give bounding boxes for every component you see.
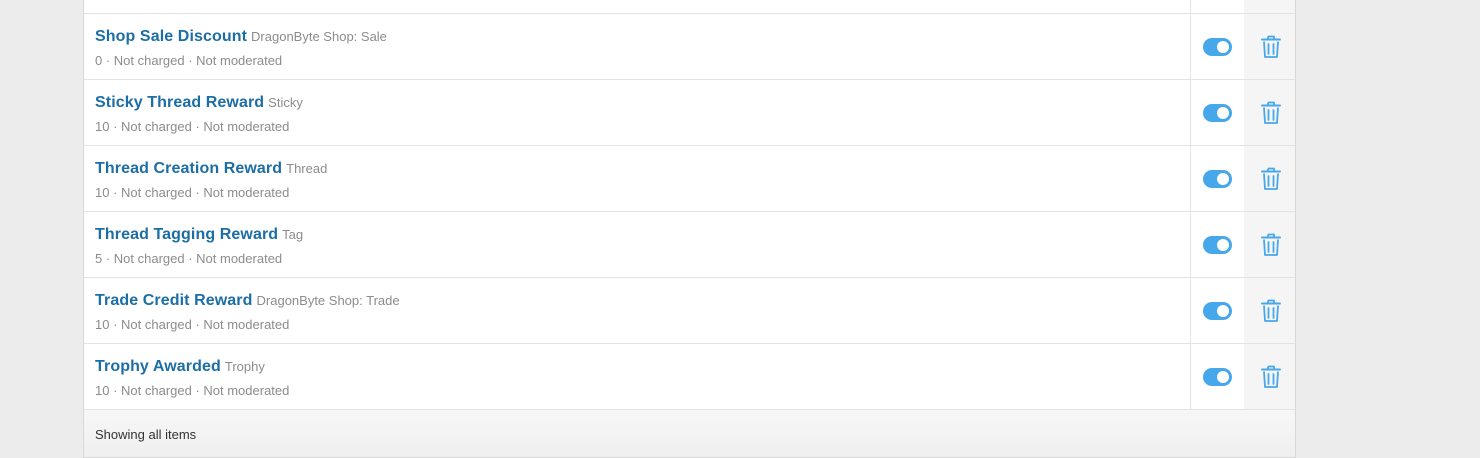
item-title-link[interactable]: Shop Sale Discount — [95, 28, 247, 45]
item-meta: 10 · Not charged · Not moderated — [95, 317, 290, 332]
toggle-switch-icon[interactable] — [1203, 104, 1232, 122]
toggle-switch-icon[interactable] — [1203, 302, 1232, 320]
item-title-line: Trophy Awarded Trophy — [95, 358, 265, 376]
table-row: Shop Sale Discount DragonByte Shop: Sale … — [84, 14, 1295, 80]
item-title-line: Trade Credit Reward DragonByte Shop: Trad… — [95, 292, 400, 310]
row-delete-cell[interactable] — [1244, 344, 1295, 409]
table-row: Thread Tagging Reward Tag 5 · Not charged… — [84, 212, 1295, 278]
row-delete-cell[interactable] — [1244, 278, 1295, 343]
toggle-switch-icon[interactable] — [1203, 170, 1232, 188]
item-title-link[interactable]: Trade Credit Reward — [95, 292, 253, 309]
item-type-label: Trophy — [224, 359, 265, 374]
row-toggle-cell — [1191, 278, 1244, 343]
row-toggle-cell — [1191, 344, 1244, 409]
row-delete-cell — [1244, 0, 1295, 13]
row-delete-cell[interactable] — [1244, 14, 1295, 79]
toggle-knob — [1217, 239, 1229, 251]
toggle-switch-icon[interactable] — [1203, 38, 1232, 56]
footer-status-text: Showing all items — [95, 427, 197, 442]
row-delete-cell[interactable] — [1244, 212, 1295, 277]
row-toggle-cell — [1191, 80, 1244, 145]
row-main-cell: Trophy Awarded Trophy 10 · Not charged · … — [84, 344, 1191, 409]
toggle-switch-icon[interactable] — [1203, 236, 1232, 254]
item-meta: 10 · Not charged · Not moderated — [95, 185, 290, 200]
row-main-cell: Thread Creation Reward Thread 10 · Not ch… — [84, 146, 1191, 211]
item-title-link[interactable]: Thread Creation Reward — [95, 160, 282, 177]
item-type-label: Sticky — [268, 95, 303, 110]
list-footer: Showing all items — [84, 409, 1295, 457]
trash-icon[interactable] — [1261, 365, 1281, 389]
trash-icon[interactable] — [1261, 233, 1281, 257]
toggle-knob — [1217, 107, 1229, 119]
trash-icon[interactable] — [1261, 35, 1281, 59]
item-title-link[interactable]: Trophy Awarded — [95, 358, 221, 375]
trash-icon[interactable] — [1261, 101, 1281, 125]
toggle-knob — [1217, 41, 1229, 53]
row-toggle-cell — [1191, 14, 1244, 79]
item-type-label: Tag — [282, 227, 304, 242]
item-title-line: Thread Creation Reward Thread — [95, 160, 327, 178]
item-meta: 5 · Not charged · Not moderated — [95, 251, 283, 266]
items-list: Shop Sale Discount DragonByte Shop: Sale … — [84, 14, 1295, 410]
table-row: Trophy Awarded Trophy 10 · Not charged · … — [84, 344, 1295, 410]
row-main-cell — [84, 0, 1191, 13]
table-row-partial — [84, 0, 1295, 14]
item-title-link[interactable]: Thread Tagging Reward — [95, 226, 278, 243]
row-main-cell: Shop Sale Discount DragonByte Shop: Sale … — [84, 14, 1191, 79]
trash-icon[interactable] — [1261, 167, 1281, 191]
table-row: Trade Credit Reward DragonByte Shop: Trad… — [84, 278, 1295, 344]
row-delete-cell[interactable] — [1244, 146, 1295, 211]
row-delete-cell[interactable] — [1244, 80, 1295, 145]
row-main-cell: Thread Tagging Reward Tag 5 · Not charged… — [84, 212, 1191, 277]
item-meta: 0 · Not charged · Not moderated — [95, 53, 283, 68]
toggle-knob — [1217, 173, 1229, 185]
toggle-switch-icon[interactable] — [1203, 368, 1232, 386]
row-main-cell: Sticky Thread Reward Sticky 10 · Not char… — [84, 80, 1191, 145]
row-toggle-cell — [1191, 212, 1244, 277]
item-meta: 10 · Not charged · Not moderated — [95, 119, 290, 134]
item-type-label: DragonByte Shop: Trade — [256, 293, 400, 308]
table-row: Sticky Thread Reward Sticky 10 · Not char… — [84, 80, 1295, 146]
item-meta: 10 · Not charged · Not moderated — [95, 383, 290, 398]
item-title-line: Thread Tagging Reward Tag — [95, 226, 303, 244]
row-toggle-cell — [1191, 0, 1244, 13]
item-title-line: Shop Sale Discount DragonByte Shop: Sale — [95, 28, 387, 46]
toggle-knob — [1217, 305, 1229, 317]
trash-icon[interactable] — [1261, 299, 1281, 323]
item-title-link[interactable]: Sticky Thread Reward — [95, 94, 264, 111]
item-title-line: Sticky Thread Reward Sticky — [95, 94, 303, 112]
row-main-cell: Trade Credit Reward DragonByte Shop: Trad… — [84, 278, 1191, 343]
item-type-label: DragonByte Shop: Sale — [251, 29, 387, 44]
item-type-label: Thread — [286, 161, 328, 176]
toggle-knob — [1217, 371, 1229, 383]
items-list-panel: Shop Sale Discount DragonByte Shop: Sale … — [83, 0, 1296, 458]
row-toggle-cell — [1191, 146, 1244, 211]
table-row: Thread Creation Reward Thread 10 · Not ch… — [84, 146, 1295, 212]
